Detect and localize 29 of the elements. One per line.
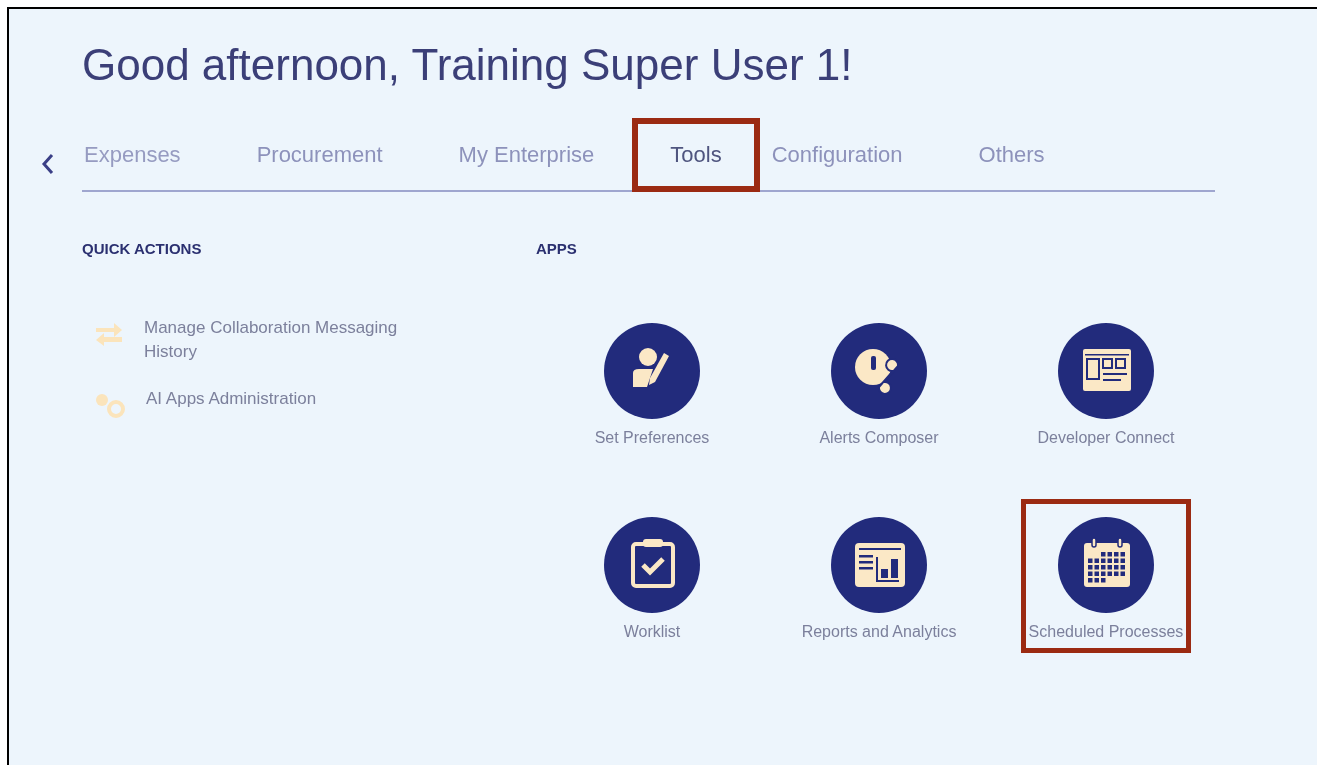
person-pencil-icon xyxy=(604,322,700,419)
app-tile[interactable]: Set Preferences xyxy=(567,304,737,459)
app-label: Alerts Composer xyxy=(818,427,940,448)
section-heading: APPS xyxy=(536,239,577,259)
app-label: Scheduled Processes xyxy=(1027,621,1185,642)
app-label: Reports and Analytics xyxy=(800,621,958,642)
app-tile[interactable]: Reports and Analytics xyxy=(794,498,964,653)
tab[interactable]: Configuration xyxy=(759,118,915,192)
section-heading: QUICK ACTIONS xyxy=(82,239,202,259)
quick-action-link[interactable]: AI Apps Administration xyxy=(146,386,446,411)
tab[interactable]: Tools xyxy=(632,118,760,192)
app-tile[interactable]: Developer Connect xyxy=(1021,304,1191,459)
report-icon xyxy=(831,516,927,613)
calendar-icon xyxy=(1058,516,1154,613)
greeting-heading: Good afternoon, Training Super User 1! xyxy=(82,39,853,91)
app-label: Developer Connect xyxy=(1036,427,1176,448)
app-tile[interactable]: Alerts Composer xyxy=(794,304,964,459)
clipboard-icon xyxy=(604,516,700,613)
app-label: Set Preferences xyxy=(593,427,711,448)
app-tile[interactable]: Scheduled Processes xyxy=(1021,498,1191,653)
quick-action-link[interactable]: Manage Collaboration Messaging History xyxy=(144,315,444,364)
app-label: Worklist xyxy=(622,621,682,642)
dashboard-icon xyxy=(1058,322,1154,419)
arrows-icon xyxy=(94,320,124,347)
tab[interactable]: Others xyxy=(966,118,1057,192)
tab[interactable]: Expenses xyxy=(72,118,193,192)
tab[interactable]: Procurement xyxy=(244,118,395,192)
tab[interactable]: My Enterprise xyxy=(446,118,607,192)
app-tile[interactable]: Worklist xyxy=(567,498,737,653)
